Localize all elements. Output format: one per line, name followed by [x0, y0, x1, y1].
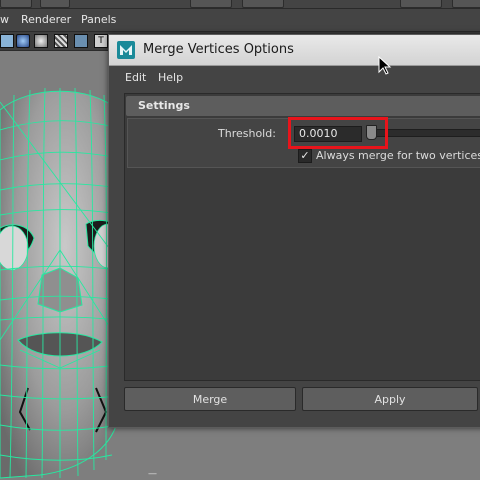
dialog-menubar: Edit Help [109, 66, 480, 88]
settings-frame-header[interactable]: Settings [126, 96, 480, 116]
threshold-slider-handle[interactable] [366, 125, 377, 140]
always-merge-label: Always merge for two vertices [316, 149, 480, 162]
shelf-button[interactable] [452, 0, 480, 8]
threshold-slider-track[interactable] [368, 129, 480, 137]
shelf-button[interactable] [0, 0, 32, 8]
mouse-cursor-icon [378, 56, 392, 75]
threshold-label: Threshold: [218, 127, 276, 140]
merge-button[interactable]: Merge [124, 387, 296, 411]
settings-body: Threshold: ✓ Always merge for two vertic… [127, 117, 480, 168]
viewport-menubar: w Renderer Panels [0, 9, 480, 32]
checkmark-icon: ✓ [300, 149, 310, 162]
menu-item-panels[interactable]: Panels [81, 13, 116, 26]
smooth-shade-icon[interactable] [16, 34, 30, 48]
texture-icon[interactable] [74, 34, 88, 48]
settings-frame: Settings Threshold: ✓ Always merge for t… [124, 93, 480, 381]
maya-app-icon [117, 41, 135, 59]
shelf-button[interactable] [242, 0, 284, 8]
settings-header-label: Settings [138, 99, 190, 112]
apply-button[interactable]: Apply [302, 387, 478, 411]
menu-item-renderer[interactable]: Renderer [21, 13, 71, 26]
always-merge-checkbox[interactable]: ✓ [298, 149, 312, 163]
top-shelf-strip [0, 0, 480, 9]
shaded-icon[interactable] [34, 34, 48, 48]
grid-icon[interactable] [0, 34, 14, 48]
svg-text:—: — [148, 469, 157, 479]
menu-item-help[interactable]: Help [158, 71, 183, 84]
checker-icon[interactable] [54, 34, 68, 48]
threshold-input[interactable] [294, 126, 362, 142]
menu-item-edit[interactable]: Edit [125, 71, 146, 84]
dialog-title: Merge Vertices Options [143, 42, 294, 57]
menu-item-view[interactable]: w [0, 13, 9, 26]
dialog-titlebar[interactable]: Merge Vertices Options [109, 35, 480, 66]
shelf-button[interactable] [400, 0, 442, 8]
text-icon[interactable]: T [94, 34, 108, 48]
merge-vertices-options-dialog: Merge Vertices Options Edit Help Setting… [108, 34, 480, 428]
shelf-button[interactable] [190, 0, 232, 8]
shelf-button[interactable] [40, 0, 70, 8]
